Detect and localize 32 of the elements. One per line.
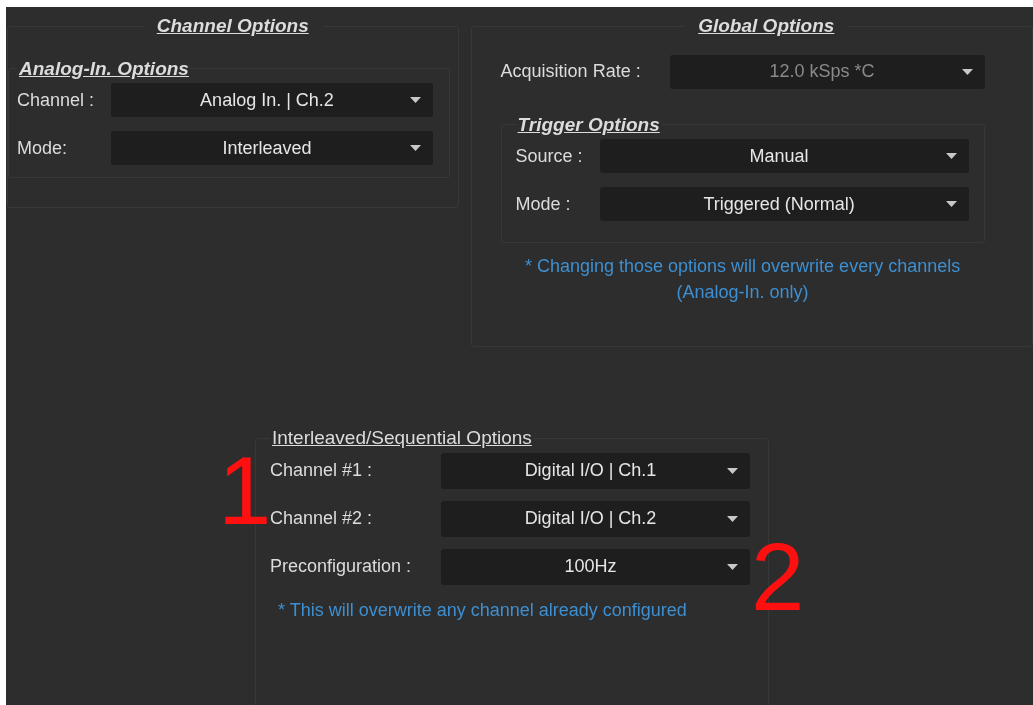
dropdown[interactable]: 100Hz	[441, 548, 750, 585]
group-title: Interleaved/Sequential Options	[272, 427, 532, 448]
caret-icon	[727, 515, 738, 522]
group-title: Trigger Options	[517, 113, 660, 135]
group-title: Channel Options	[156, 15, 309, 36]
caret-icon	[961, 68, 973, 75]
dropdown[interactable]: Manual	[599, 139, 969, 173]
field-label: Source :	[515, 144, 584, 168]
dropdown[interactable]: Digital I/O | Ch.1	[441, 452, 750, 489]
caret-icon	[410, 145, 421, 151]
field-label: Acquisition Rate :	[500, 60, 642, 83]
field-label: Preconfiguration :	[270, 555, 413, 578]
dropdown[interactable]: Analog In. | Ch.2	[111, 83, 433, 117]
dropdown[interactable]: Triggered (Normal)	[599, 187, 969, 221]
group-title: Analog-In. Options	[19, 57, 189, 79]
caret-icon	[727, 467, 738, 474]
note-text: * This will overwrite any channel already configured	[277, 598, 688, 622]
dropdown[interactable]: Digital I/O | Ch.2	[441, 500, 750, 537]
caret-icon	[410, 97, 421, 103]
field-label: Channel #2 :	[270, 507, 374, 530]
caret-icon	[727, 563, 738, 570]
caret-icon	[945, 153, 957, 159]
caret-icon	[945, 201, 957, 207]
field-label: Channel :	[17, 88, 96, 112]
field-label: Mode :	[515, 192, 572, 216]
field-label: Channel #1 :	[270, 459, 374, 482]
annotation-number: 1	[218, 443, 272, 539]
group-title: Global Options	[698, 15, 835, 36]
dropdown[interactable]: Interleaved	[111, 131, 433, 165]
annotation-number: 2	[751, 529, 805, 625]
note-text: * Changing those options will overwrite every channels (Analog-In. only)	[523, 254, 962, 304]
field-label: Mode:	[17, 136, 69, 160]
